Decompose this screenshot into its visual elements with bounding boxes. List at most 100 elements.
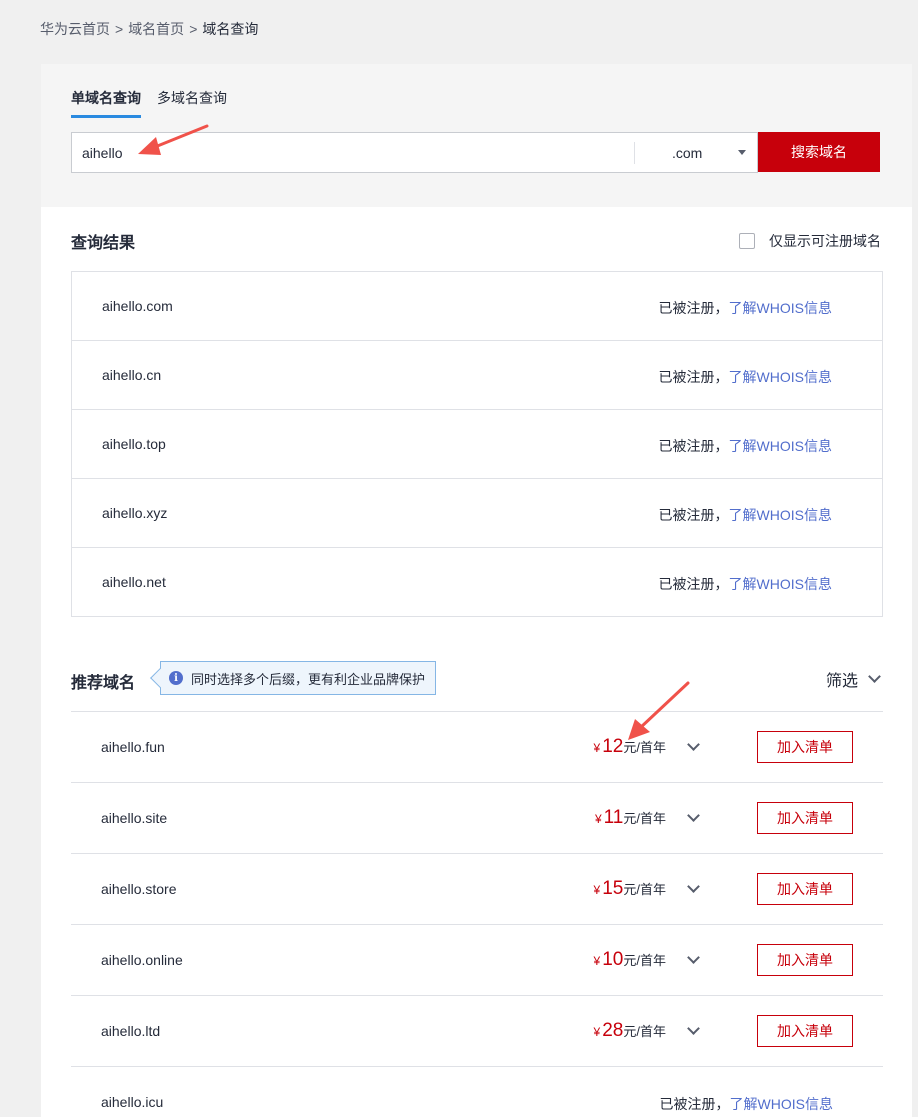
- price-unit: 元/首年: [623, 740, 666, 755]
- result-domain: aihello.net: [102, 574, 166, 590]
- status-text: 已被注册，: [658, 507, 729, 523]
- price: ¥15元/首年: [594, 878, 666, 900]
- chevron-down-icon[interactable]: [687, 951, 700, 964]
- price: ¥11元/首年: [595, 807, 666, 829]
- status-text: 已被注册，: [658, 438, 729, 454]
- price-unit: 元/首年: [623, 811, 666, 826]
- currency-symbol: ¥: [594, 812, 602, 826]
- recommended-row: aihello.site ¥11元/首年 加入清单: [71, 783, 883, 854]
- status-text: 已被注册，: [658, 300, 729, 316]
- recommend-tip: i 同时选择多个后缀，更有利企业品牌保护: [150, 661, 437, 695]
- recommended-domain: aihello.icu: [101, 1094, 164, 1110]
- chevron-down-icon: [868, 670, 881, 683]
- tip-text: 同时选择多个后缀，更有利企业品牌保护: [191, 671, 426, 687]
- currency-symbol: ¥: [593, 741, 601, 755]
- currency-symbol: ¥: [593, 954, 601, 968]
- tab-single-domain[interactable]: 单域名查询: [71, 88, 141, 118]
- status-text: 已被注册，: [658, 576, 729, 592]
- result-row: aihello.xyz 已被注册，了解WHOIS信息: [72, 479, 882, 548]
- breadcrumb: 华为云首页 > 域名首页 > 域名查询: [40, 19, 258, 39]
- breadcrumb-home[interactable]: 华为云首页: [40, 21, 110, 37]
- result-domain: aihello.xyz: [102, 505, 168, 521]
- price: ¥28元/首年: [594, 1020, 666, 1042]
- filter-toggle[interactable]: 筛选: [826, 667, 881, 691]
- only-available-checkbox[interactable]: [739, 233, 755, 249]
- recommended-row-registered: aihello.icu 已被注册，了解WHOIS信息: [71, 1067, 883, 1117]
- currency-symbol: ¥: [593, 883, 601, 897]
- recommended-domain: aihello.ltd: [101, 1023, 161, 1039]
- price-value: 15: [602, 878, 624, 899]
- breadcrumb-current: 域名查询: [202, 21, 259, 37]
- result-row: aihello.com 已被注册，了解WHOIS信息: [72, 272, 882, 341]
- domain-search-input[interactable]: [72, 133, 634, 172]
- whois-link[interactable]: 了解WHOIS信息: [729, 438, 832, 454]
- price-value: 28: [602, 1020, 624, 1041]
- recommended-title: 推荐域名: [71, 675, 136, 692]
- info-icon: i: [169, 671, 183, 685]
- add-to-list-button[interactable]: 加入清单: [757, 1015, 853, 1047]
- result-status: 已被注册，了解WHOIS信息: [659, 574, 832, 594]
- whois-link[interactable]: 了解WHOIS信息: [729, 507, 832, 523]
- add-to-list-button[interactable]: 加入清单: [757, 944, 853, 976]
- results-list: aihello.com 已被注册，了解WHOIS信息 aihello.cn 已被…: [71, 271, 883, 617]
- recommended-list: aihello.fun ¥12元/首年 加入清单 aihello.site ¥1…: [71, 711, 883, 1117]
- result-status: 已被注册，了解WHOIS信息: [660, 1094, 833, 1114]
- result-row: aihello.net 已被注册，了解WHOIS信息: [72, 548, 882, 617]
- whois-link[interactable]: 了解WHOIS信息: [729, 369, 832, 385]
- recommended-row: aihello.ltd ¥28元/首年 加入清单: [71, 996, 883, 1067]
- recommended-domain: aihello.site: [101, 810, 168, 826]
- add-to-list-button[interactable]: 加入清单: [757, 731, 853, 763]
- caret-down-icon: [738, 150, 746, 155]
- search-box: .com: [71, 132, 758, 173]
- search-domain-button[interactable]: 搜索域名: [758, 132, 880, 172]
- recommended-row: aihello.store ¥15元/首年 加入清单: [71, 854, 883, 925]
- result-status: 已被注册，了解WHOIS信息: [659, 367, 832, 387]
- status-text: 已被注册，: [658, 369, 729, 385]
- chevron-down-icon[interactable]: [687, 809, 700, 822]
- whois-link[interactable]: 了解WHOIS信息: [729, 300, 832, 316]
- currency-symbol: ¥: [593, 1025, 601, 1039]
- price-unit: 元/首年: [623, 953, 666, 968]
- price-value: 11: [603, 807, 624, 828]
- tab-multi-domain[interactable]: 多域名查询: [157, 88, 227, 118]
- recommended-row: aihello.fun ¥12元/首年 加入清单: [71, 712, 883, 783]
- result-domain: aihello.top: [102, 436, 166, 452]
- search-tabs: 单域名查询 多域名查询: [71, 88, 227, 118]
- whois-link[interactable]: 了解WHOIS信息: [729, 576, 832, 592]
- main-panel: 查询结果 仅显示可注册域名 aihello.com 已被注册，了解WHOIS信息…: [41, 207, 912, 1117]
- breadcrumb-separator: >: [115, 21, 124, 37]
- search-panel: 单域名查询 多域名查询 .com 搜索域名: [41, 64, 912, 207]
- chevron-down-icon[interactable]: [687, 738, 700, 751]
- result-status: 已被注册，了解WHOIS信息: [659, 505, 832, 525]
- recommended-domain: aihello.online: [101, 952, 183, 968]
- suffix-value: .com: [672, 144, 703, 161]
- suffix-select[interactable]: .com: [635, 133, 757, 172]
- price-unit: 元/首年: [623, 1024, 666, 1039]
- recommended-domain: aihello.store: [101, 881, 177, 897]
- price-value: 12: [602, 736, 624, 757]
- result-row: aihello.top 已被注册，了解WHOIS信息: [72, 410, 882, 479]
- only-available-label: 仅显示可注册域名: [769, 233, 881, 249]
- result-status: 已被注册，了解WHOIS信息: [659, 298, 832, 318]
- add-to-list-button[interactable]: 加入清单: [757, 873, 853, 905]
- price-unit: 元/首年: [623, 882, 666, 897]
- result-status: 已被注册，了解WHOIS信息: [659, 436, 832, 456]
- only-available-filter[interactable]: 仅显示可注册域名: [739, 231, 881, 251]
- status-text: 已被注册，: [659, 1096, 730, 1112]
- breadcrumb-domain-home[interactable]: 域名首页: [128, 21, 184, 37]
- result-row: aihello.cn 已被注册，了解WHOIS信息: [72, 341, 882, 410]
- filter-label: 筛选: [826, 673, 859, 690]
- add-to-list-button[interactable]: 加入清单: [757, 802, 853, 834]
- breadcrumb-separator: >: [189, 21, 198, 37]
- price: ¥12元/首年: [594, 736, 666, 758]
- whois-link[interactable]: 了解WHOIS信息: [730, 1096, 833, 1112]
- result-domain: aihello.com: [102, 298, 173, 314]
- chevron-down-icon[interactable]: [687, 1022, 700, 1035]
- recommended-row: aihello.online ¥10元/首年 加入清单: [71, 925, 883, 996]
- tip-arrow: [150, 668, 170, 688]
- price-value: 10: [602, 949, 624, 970]
- chevron-down-icon[interactable]: [687, 880, 700, 893]
- result-domain: aihello.cn: [102, 367, 162, 383]
- price: ¥10元/首年: [594, 949, 666, 971]
- recommended-domain: aihello.fun: [101, 739, 165, 755]
